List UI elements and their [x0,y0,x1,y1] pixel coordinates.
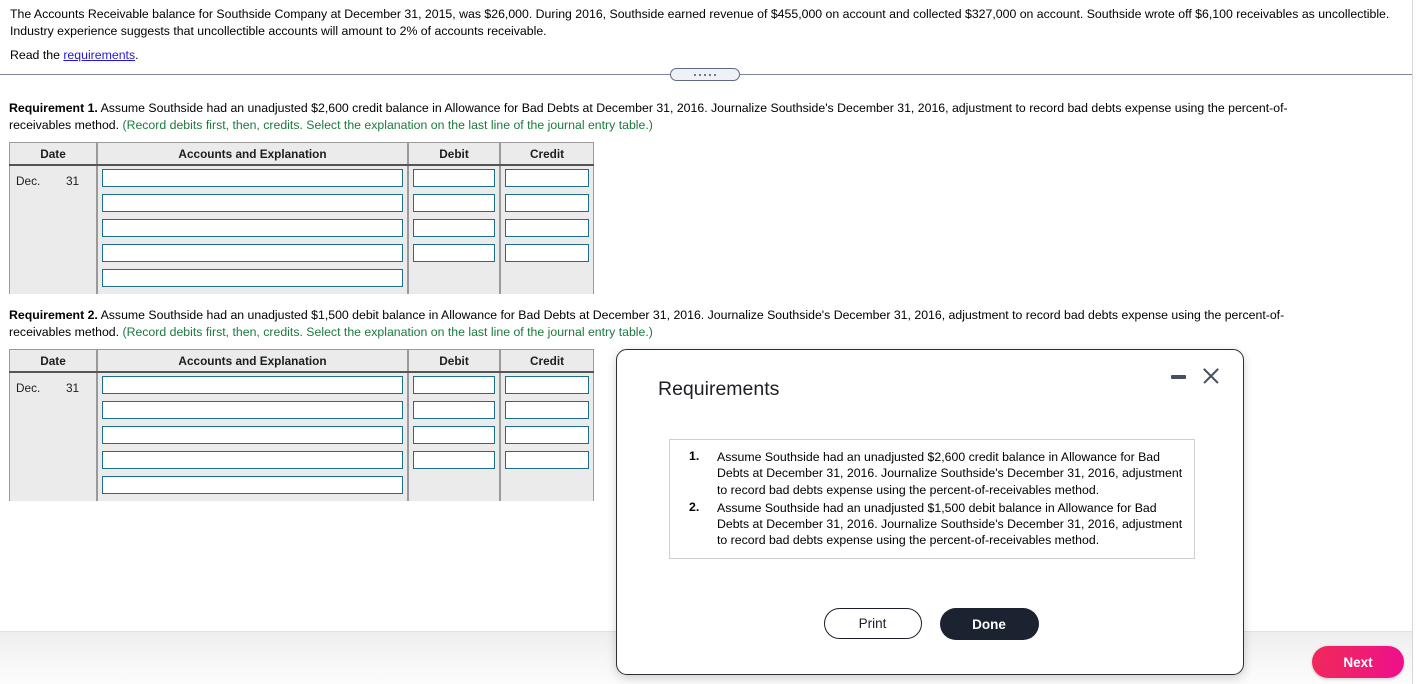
handle-dot [709,73,711,76]
debit-column [408,166,500,294]
read-requirements-line: Read the requirements. [10,48,139,62]
debit-input-row-2[interactable] [413,401,495,419]
list-item: 2. Assume Southside had an unadjusted $1… [680,500,1184,549]
debit-column [408,373,500,501]
date-month: Dec. [16,381,41,395]
credit-input-row-4[interactable] [505,451,589,469]
credit-input-row-1[interactable] [505,376,589,394]
journal-entry-table-2: Date Accounts and Explanation Debit Cred… [9,349,594,501]
column-header-debit: Debit [408,350,500,371]
requirement-1-heading: Requirement 1. Assume Southside had an u… [9,100,1309,133]
close-icon[interactable] [1199,364,1223,388]
account-input-row-2[interactable] [102,194,403,212]
credit-input-row-2[interactable] [505,194,589,212]
requirement-text: Assume Southside had an unadjusted $2,60… [717,450,1183,497]
dialog-actions: Print Done [617,608,1245,640]
debit-input-row-2[interactable] [413,194,495,212]
account-input-row-3[interactable] [102,426,403,444]
requirements-list: 1. Assume Southside had an unadjusted $2… [669,439,1195,559]
journal-entry-table-1: Date Accounts and Explanation Debit Cred… [9,142,594,294]
requirement-number: 2. [689,499,700,514]
requirement-1-label: Requirement 1. [9,101,98,115]
table-header-row: Date Accounts and Explanation Debit Cred… [9,349,594,373]
handle-dot [699,73,701,76]
credit-column [500,373,594,501]
read-suffix: . [135,48,139,62]
vertical-scrollbar[interactable] [1412,0,1421,684]
account-input-row-1[interactable] [102,376,403,394]
accounts-column [97,166,408,294]
requirement-2-hint: (Record debits first, then, credits. Sel… [122,324,653,339]
debit-input-row-4[interactable] [413,451,495,469]
page-root: The Accounts Receivable balance for Sout… [0,0,1421,684]
panel-splitter [0,68,1412,81]
column-header-accounts: Accounts and Explanation [97,143,408,164]
credit-input-row-3[interactable] [505,219,589,237]
splitter-handle[interactable] [670,68,740,81]
minimize-icon[interactable] [1167,366,1189,388]
column-header-credit: Credit [500,350,594,371]
debit-input-row-3[interactable] [413,426,495,444]
problem-statement: The Accounts Receivable balance for Sout… [10,7,1390,38]
requirements-dialog: Requirements 1. Assume Southside had an … [616,349,1244,675]
requirement-2-heading: Requirement 2. Assume Southside had an u… [9,307,1309,340]
credit-input-row-1[interactable] [505,169,589,187]
account-input-row-3[interactable] [102,219,403,237]
date-day: 31 [66,381,80,395]
column-header-debit: Debit [408,143,500,164]
date-day: 31 [66,174,80,188]
date-month: Dec. [16,174,41,188]
credit-input-row-4[interactable] [505,244,589,262]
handle-dot [714,73,716,76]
requirement-number: 1. [689,449,700,463]
column-header-credit: Credit [500,143,594,164]
date-cell: Dec. 31 [9,373,97,501]
print-button[interactable]: Print [823,608,922,639]
accounts-column [97,373,408,501]
requirement-text: Assume Southside had an unadjusted $1,50… [717,500,1183,548]
account-input-row-4[interactable] [102,451,403,469]
done-button[interactable]: Done [939,608,1039,640]
requirements-link[interactable]: requirements [63,48,135,62]
credit-column [500,166,594,294]
handle-dot [704,73,706,76]
handle-dot [694,73,696,76]
account-input-row-1[interactable] [102,169,403,187]
account-input-row-2[interactable] [102,401,403,419]
explanation-input-row-5[interactable] [102,269,403,287]
next-button[interactable]: Next [1312,646,1404,678]
debit-input-row-3[interactable] [413,219,495,237]
credit-input-row-3[interactable] [505,426,589,444]
minimize-bar [1170,375,1186,379]
credit-input-row-2[interactable] [505,401,589,419]
debit-input-row-1[interactable] [413,376,495,394]
debit-input-row-1[interactable] [413,169,495,187]
list-item: 1. Assume Southside had an unadjusted $2… [680,449,1184,498]
date-cell: Dec. 31 [9,166,97,294]
requirement-1-hint: (Record debits first, then, credits. Sel… [122,117,653,132]
column-header-date: Date [9,143,97,164]
table-body: Dec. 31 [9,373,594,501]
dialog-title: Requirements [658,378,780,400]
column-header-accounts: Accounts and Explanation [97,350,408,371]
debit-input-row-4[interactable] [413,244,495,262]
table-body: Dec. 31 [9,166,594,294]
table-header-row: Date Accounts and Explanation Debit Cred… [9,142,594,166]
read-prefix: Read the [10,48,64,62]
requirement-2-label: Requirement 2. [9,308,98,322]
explanation-input-row-5[interactable] [102,476,403,494]
account-input-row-4[interactable] [102,244,403,262]
column-header-date: Date [9,350,97,371]
